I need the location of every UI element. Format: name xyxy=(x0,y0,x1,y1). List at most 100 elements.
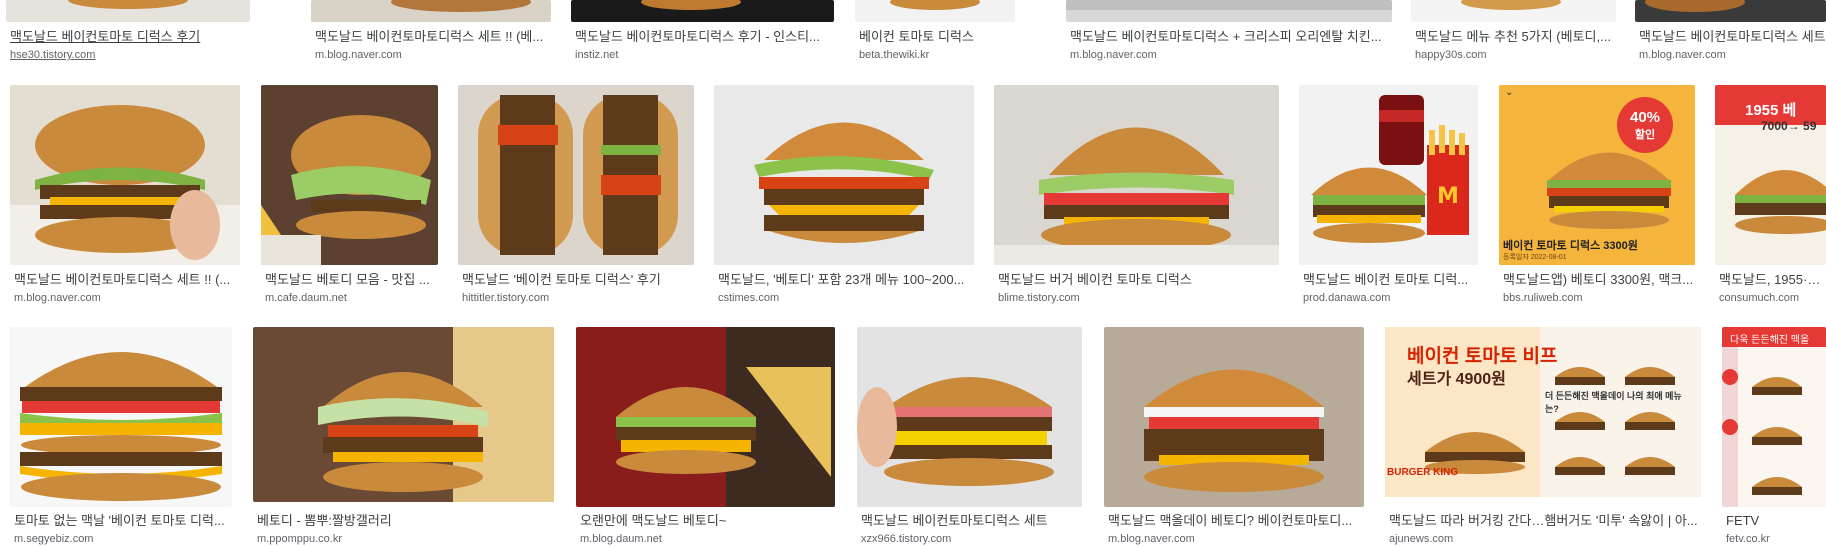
result-caption[interactable]: 맥도날드 베이컨 토마토 디럭... xyxy=(1303,272,1478,288)
price-headline: 1955 베 xyxy=(1745,102,1797,119)
result-tile[interactable]: 베토디 - 뽐뿌:짤방갤러리 m.ppomppu.co.kr xyxy=(253,327,554,546)
burger-thumbnail[interactable] xyxy=(855,0,1015,22)
burger-thumbnail[interactable] xyxy=(571,0,834,22)
burger-thumbnail[interactable] xyxy=(576,327,835,507)
result-tile[interactable]: 맥도날드 '베이컨 토마토 디럭스' 후기 hittitler.tistory.… xyxy=(458,85,694,305)
result-source[interactable]: beta.thewiki.kr xyxy=(859,48,1015,62)
burger-thumbnail[interactable] xyxy=(253,327,554,502)
burger-thumbnail[interactable] xyxy=(1411,0,1616,22)
result-source[interactable]: hittitler.tistory.com xyxy=(462,291,694,305)
result-caption[interactable]: 맥도날드 맥올데이 베토디? 베이컨토마토디... xyxy=(1108,513,1364,529)
result-tile[interactable]: 맥도날드 메뉴 추천 5가지 (베토디,... happy30s.com xyxy=(1411,0,1616,61)
burger-thumbnail[interactable] xyxy=(10,85,240,265)
result-tile[interactable]: 1955 베 7000→ 59 맥도날드, 1955·베... consumuc… xyxy=(1715,85,1826,305)
result-caption[interactable]: 베토디 - 뽐뿌:짤방갤러리 xyxy=(257,513,554,529)
result-tile[interactable]: 맥도날드 맥올데이 베토디? 베이컨토마토디... m.blog.naver.c… xyxy=(1104,327,1364,546)
burger-thumbnail[interactable] xyxy=(1066,0,1392,22)
result-source[interactable]: m.blog.naver.com xyxy=(1639,48,1826,62)
result-tile[interactable]: 베이컨 토마토 디럭스 beta.thewiki.kr xyxy=(855,0,1015,61)
promo-subtitle: 더 든든해진 맥올데이 나의 최애 메뉴는? xyxy=(1545,391,1682,414)
result-tile[interactable]: 맥도날드 베이컨토마토디럭스 세트 m.blog.naver.com xyxy=(1635,0,1826,61)
result-source[interactable]: consumuch.com xyxy=(1719,291,1826,305)
result-tile[interactable]: 맥도날드 베이컨토마토디럭스 세트 xzx966.tistory.com xyxy=(857,327,1082,546)
result-source[interactable]: m.cafe.daum.net xyxy=(265,291,438,305)
result-tile[interactable]: 토마토 없는 맥날 '베이컨 토마토 디럭... m.segyebiz.com xyxy=(10,327,232,546)
promo-thumbnail[interactable]: 40% 할인 베이컨 토마토 디럭스 3300원 등록일자 2022-08-01… xyxy=(1499,85,1695,265)
result-caption[interactable]: 맥도날드 베이컨토마토디럭스 세트 xyxy=(861,513,1082,529)
result-source[interactable]: blime.tistory.com xyxy=(998,291,1279,305)
result-tile[interactable]: 맥도날드 베이컨토마토디럭스 세트 !! (... m.blog.naver.c… xyxy=(10,85,240,305)
burger-thumbnail[interactable] xyxy=(857,327,1082,507)
burger-thumbnail[interactable] xyxy=(311,0,551,22)
promo-headline-price: 세트가 4900원 xyxy=(1407,371,1506,388)
result-source[interactable]: prod.danawa.com xyxy=(1303,291,1478,305)
result-tile[interactable]: 맥도날드 베이컨토마토디럭스 세트 !! (베... m.blog.naver.… xyxy=(311,0,551,61)
discount-word: 할인 xyxy=(1634,129,1656,141)
result-source[interactable]: happy30s.com xyxy=(1415,48,1616,62)
price-sub: 7000→ 59 xyxy=(1761,119,1817,133)
result-source[interactable]: cstimes.com xyxy=(718,291,974,305)
result-source[interactable]: m.blog.naver.com xyxy=(14,291,240,305)
burger-thumbnail[interactable] xyxy=(1104,327,1364,507)
result-caption[interactable]: 맥도날드, 1955·베... xyxy=(1719,272,1826,288)
burger-thumbnail[interactable] xyxy=(10,327,232,507)
result-source[interactable]: m.blog.naver.com xyxy=(315,48,551,62)
burger-thumbnail[interactable] xyxy=(714,85,974,265)
result-tile[interactable]: 오랜만에 맥도날드 베토디~ m.blog.daum.net xyxy=(576,327,835,546)
result-source[interactable]: m.segyebiz.com xyxy=(14,532,232,546)
promo-thumbnail[interactable]: 다욱 든든해진 맥올 xyxy=(1722,327,1826,507)
promo-banner-text: 다욱 든든해진 맥올 xyxy=(1730,335,1810,346)
result-caption[interactable]: 맥도날드 베이컨토마토디럭스 후기 - 인스티... xyxy=(575,29,834,45)
burger-thumbnail[interactable] xyxy=(6,0,250,22)
result-caption[interactable]: 토마토 없는 맥날 '베이컨 토마토 디럭... xyxy=(14,513,232,529)
result-source[interactable]: fetv.co.kr xyxy=(1726,532,1826,546)
result-caption[interactable]: 베이컨 토마토 디럭스 xyxy=(859,29,1015,45)
result-caption[interactable]: 맥도날드앱) 베토디 3300원, 맥크... xyxy=(1503,272,1695,288)
result-caption[interactable]: FETV xyxy=(1726,513,1826,529)
result-source[interactable]: m.blog.daum.net xyxy=(580,532,835,546)
result-caption[interactable]: 맥도날드 버거 베이컨 토마토 디럭스 xyxy=(998,272,1279,288)
promo-thumbnail[interactable]: 베이컨 토마토 비프 세트가 4900원 BURGER KING 더 든든해진 … xyxy=(1385,327,1701,497)
result-source[interactable]: m.blog.naver.com xyxy=(1070,48,1392,62)
result-tile[interactable]: 맥도날드 베이컨토마토 디럭스 후기 hse30.tistory.com xyxy=(6,0,250,61)
result-tile[interactable]: M 맥도날드 베이컨 토마토 디럭... prod.danawa.com xyxy=(1299,85,1478,305)
result-caption[interactable]: 맥도날드 베이컨토마토 디럭스 후기 xyxy=(10,29,250,45)
result-caption[interactable]: 맥도날드 베이컨토마토디럭스 + 크리스피 오리엔탈 치킨... xyxy=(1070,29,1392,45)
result-tile[interactable]: 40% 할인 베이컨 토마토 디럭스 3300원 등록일자 2022-08-01… xyxy=(1499,85,1695,305)
result-caption[interactable]: 맥도날드 '베이컨 토마토 디럭스' 후기 xyxy=(462,272,694,288)
svg-text:M: M xyxy=(1437,184,1459,209)
promo-banner-text: 베이컨 토마토 디럭스 3300원 xyxy=(1503,240,1638,252)
result-source[interactable]: m.ppomppu.co.kr xyxy=(257,532,554,546)
result-source[interactable]: hse30.tistory.com xyxy=(10,48,250,62)
burger-thumbnail[interactable]: M xyxy=(1299,85,1478,265)
result-source[interactable]: instiz.net xyxy=(575,48,834,62)
promo-thumbnail[interactable]: 1955 베 7000→ 59 xyxy=(1715,85,1826,265)
result-source[interactable]: m.blog.naver.com xyxy=(1108,532,1364,546)
result-caption[interactable]: 오랜만에 맥도날드 베토디~ xyxy=(580,513,835,529)
result-tile[interactable]: 베이컨 토마토 비프 세트가 4900원 BURGER KING 더 든든해진 … xyxy=(1385,327,1701,546)
result-source[interactable]: xzx966.tistory.com xyxy=(861,532,1082,546)
result-caption[interactable]: 맥도날드, '베토디' 포함 23개 메뉴 100~200... xyxy=(718,272,974,288)
burger-thumbnail[interactable] xyxy=(458,85,694,265)
chevron-down-icon: ⌄ xyxy=(1505,87,1514,98)
result-caption[interactable]: 맥도날드 베토디 모음 - 맛집 ... xyxy=(265,272,438,288)
result-caption[interactable]: 맥도날드 메뉴 추천 5가지 (베토디,... xyxy=(1415,29,1616,45)
result-caption[interactable]: 맥도날드 베이컨토마토디럭스 세트 !! (... xyxy=(14,272,240,288)
burger-thumbnail[interactable] xyxy=(1635,0,1826,22)
result-tile[interactable]: 맥도날드 버거 베이컨 토마토 디럭스 blime.tistory.com xyxy=(994,85,1279,305)
result-tile[interactable]: 맥도날드 베이컨토마토디럭스 + 크리스피 오리엔탈 치킨... m.blog.… xyxy=(1066,0,1392,61)
result-source[interactable]: bbs.ruliweb.com xyxy=(1503,291,1695,305)
result-caption[interactable]: 맥도날드 베이컨토마토디럭스 세트 xyxy=(1639,29,1826,45)
burger-thumbnail[interactable] xyxy=(994,85,1279,265)
result-caption[interactable]: 맥도날드 따라 버거킹 간다…햄버거도 '미투' 속앓이 | 아... xyxy=(1389,513,1701,529)
result-tile[interactable]: 맥도날드, '베토디' 포함 23개 메뉴 100~200... cstimes… xyxy=(714,85,974,305)
promo-headline: 베이컨 토마토 비프 xyxy=(1407,346,1558,367)
result-caption[interactable]: 맥도날드 베이컨토마토디럭스 세트 !! (베... xyxy=(315,29,551,45)
burger-king-logo: BURGER KING xyxy=(1387,467,1459,478)
burger-thumbnail[interactable] xyxy=(261,85,438,265)
result-tile[interactable]: 맥도날드 베토디 모음 - 맛집 ... m.cafe.daum.net xyxy=(261,85,438,305)
result-tile[interactable]: 맥도날드 베이컨토마토디럭스 후기 - 인스티... instiz.net xyxy=(571,0,834,61)
result-source[interactable]: ajunews.com xyxy=(1389,532,1701,546)
promo-date: 등록일자 2022-08-01 xyxy=(1503,254,1567,261)
result-tile[interactable]: 다욱 든든해진 맥올 FETV fetv.co.kr xyxy=(1722,327,1826,546)
